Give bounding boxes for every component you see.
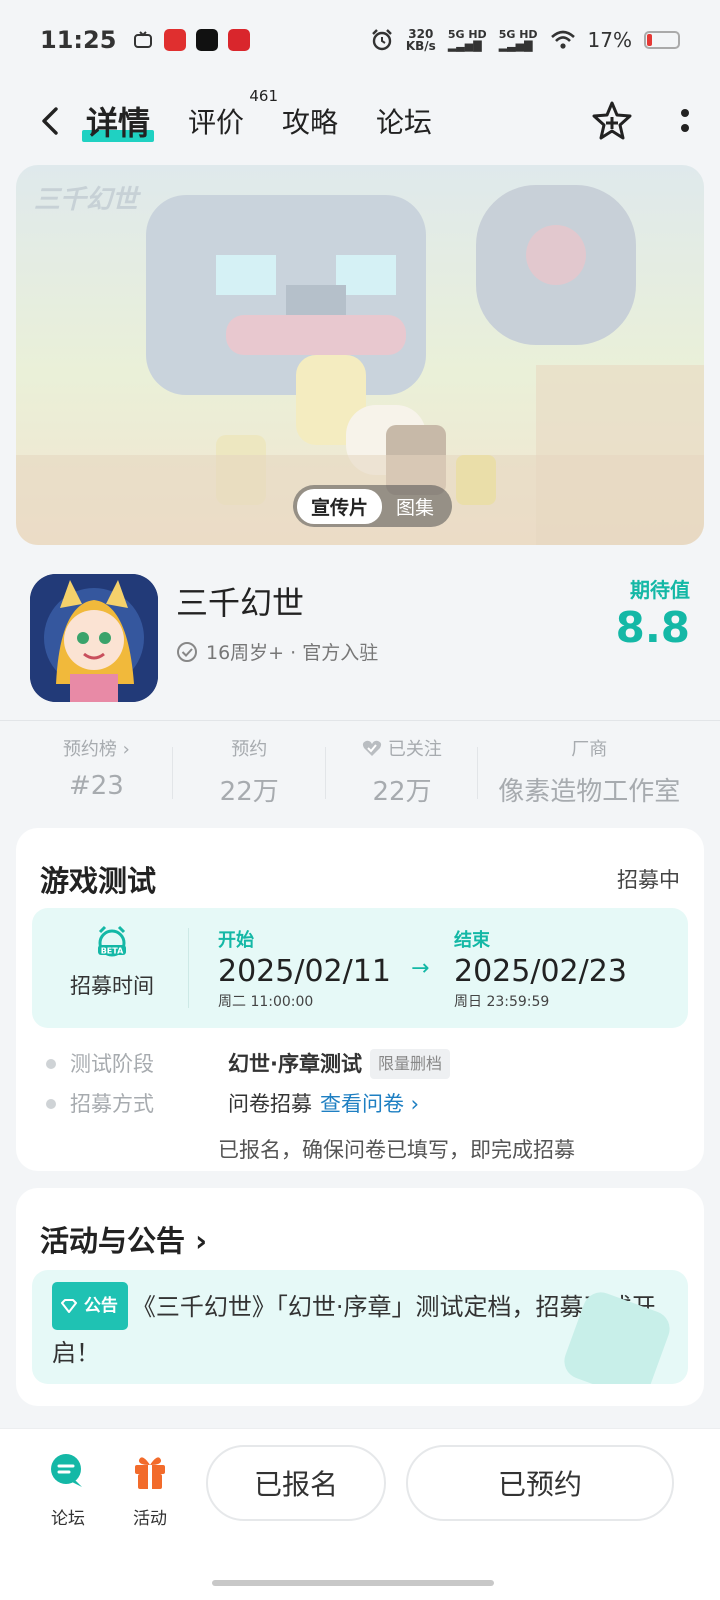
verified-check-icon: [177, 641, 197, 662]
reserved-button[interactable]: 已预约: [406, 1445, 674, 1521]
diamond-icon: [61, 1299, 77, 1313]
reviews-count-badge: 461: [249, 87, 279, 105]
end-time: 结束 2025/02/23 周日 23:59:59: [454, 930, 627, 1010]
notice-card-title[interactable]: 活动与公告 ›: [40, 1218, 207, 1260]
recruit-separator: [188, 928, 189, 1008]
date-range-arrow: →: [411, 956, 430, 981]
age-rating-text: 16周岁+ · 官方入驻: [206, 642, 379, 664]
notice-item[interactable]: 公告 《三千幻世》「幻世·序章」测试定档，招募正式开启！: [32, 1270, 688, 1384]
signal-sim1-icon: 5G HD ▂▃▅▇: [447, 28, 487, 52]
activity-button[interactable]: 活动: [120, 1451, 180, 1529]
recruit-time-box: BETA 招募时间 开始 2025/02/11 周二 11:00:00 → 结束…: [32, 908, 688, 1028]
video-tab[interactable]: 宣传片: [297, 488, 383, 524]
banner-logo: 三千幻世: [34, 185, 139, 215]
signal-sim2-icon: 5G HD ▂▃▅▇: [498, 28, 538, 52]
test-card-title: 游戏测试: [40, 864, 157, 898]
forum-button[interactable]: 论坛: [38, 1451, 98, 1529]
game-title: 三千幻世: [176, 584, 305, 622]
recruit-time-label: 招募时间: [70, 974, 154, 998]
battery-percent: 17%: [587, 28, 632, 52]
notice-tag: 公告: [52, 1282, 128, 1330]
net-speed: 320 KB/s: [405, 27, 436, 53]
svg-text:BETA: BETA: [101, 947, 124, 956]
expectation-label: 期待值: [630, 578, 690, 602]
news-app-icon: [196, 29, 219, 51]
expectation-value: 8.8: [615, 603, 690, 652]
top-nav: 详情 评价 461 攻略 论坛: [0, 86, 720, 156]
back-arrow-icon: [42, 107, 58, 135]
tab-details[interactable]: 详情: [81, 98, 155, 144]
red-app-icon: [228, 29, 251, 51]
wifi-icon: [550, 30, 575, 49]
stats-row: 预约榜 › #23 预约 22万 已关注 22万 厂商 像素造物工作室: [20, 735, 700, 815]
signed-up-button[interactable]: 已报名: [206, 1445, 386, 1521]
tab-reviews[interactable]: 评价 461: [188, 87, 278, 141]
stat-vendor[interactable]: 厂商 像素造物工作室: [478, 735, 700, 815]
tab-guides[interactable]: 攻略: [282, 101, 338, 141]
notice-card: 活动与公告 › 公告 《三千幻世》「幻世·序章」测试定档，招募正式开启！: [16, 1188, 704, 1406]
battery-icon: [644, 31, 680, 49]
status-bar: 11:25 320 KB/s 5G HD ▂▃▅▇ 5G HD ▂▃▅▇ 17%: [0, 0, 720, 80]
recruit-method-row: 招募方式 问卷招募 查看问卷 ›: [40, 1084, 684, 1124]
status-time: 11:25: [40, 26, 117, 54]
game-meta: 16周岁+ · 官方入驻: [176, 638, 378, 665]
bottom-bar: 论坛 活动 已报名 已预约: [0, 1428, 720, 1600]
view-survey-link[interactable]: 查看问卷 ›: [320, 1084, 419, 1124]
media-banner[interactable]: 三千幻世 宣传片 图集: [16, 165, 704, 545]
home-indicator[interactable]: [212, 1580, 494, 1586]
favorite-star-icon[interactable]: [590, 99, 634, 143]
back-button[interactable]: [30, 101, 70, 141]
beta-alarm-icon: BETA: [98, 925, 126, 957]
tv-icon: [134, 31, 153, 48]
gallery-tab[interactable]: 图集: [382, 489, 448, 524]
alarm-icon: [371, 29, 392, 51]
stat-ranking[interactable]: 预约榜 › #23: [20, 735, 173, 815]
chat-bubble-icon: [51, 1454, 82, 1487]
notification-icons: [132, 29, 251, 51]
game-icon: [30, 574, 158, 702]
start-time: 开始 2025/02/11 周二 11:00:00: [218, 930, 391, 1010]
tab-forum[interactable]: 论坛: [376, 101, 432, 141]
gift-icon: [135, 1457, 165, 1489]
divider: [0, 720, 720, 721]
test-stage-row: 测试阶段 幻世·序章测试 限量删档: [40, 1044, 684, 1084]
stage-tag: 限量删档: [369, 1049, 450, 1079]
stat-followers[interactable]: 已关注 22万: [326, 735, 479, 815]
media-toggle: 宣传片 图集: [293, 485, 453, 527]
expectation-score: 期待值 8.8: [616, 574, 690, 653]
recruit-status: 招募中: [617, 868, 680, 892]
stat-reservations: 预约 22万: [173, 735, 326, 815]
music-app-icon: [164, 29, 187, 51]
more-icon[interactable]: [680, 106, 690, 136]
signup-note: 已报名，确保问卷已填写，即完成招募: [218, 1138, 575, 1162]
heart-check-icon: [363, 740, 382, 756]
game-info: 三千幻世 16周岁+ · 官方入驻 期待值 8.8: [30, 574, 690, 702]
game-test-card: 游戏测试 招募中 BETA 招募时间 开始 2025/02/11 周二 11:0…: [16, 828, 704, 1171]
